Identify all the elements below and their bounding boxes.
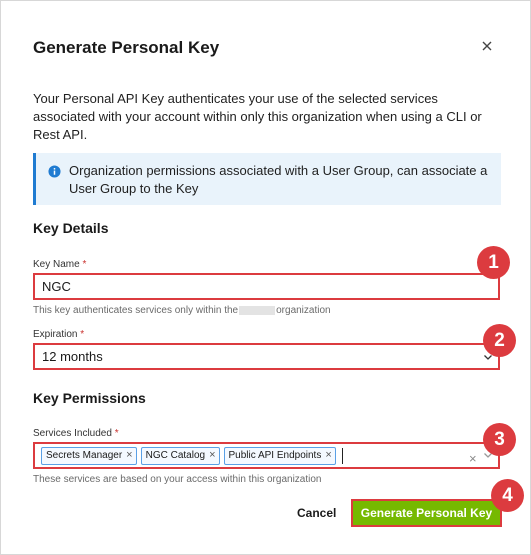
dialog-title: Generate Personal Key <box>33 38 220 57</box>
services-label: Services Included * <box>33 428 119 439</box>
chip-remove-icon[interactable]: × <box>209 444 215 467</box>
expiration-select[interactable]: 12 months <box>33 343 500 370</box>
chip-remove-icon[interactable]: × <box>126 444 132 467</box>
step-badge: 4 <box>491 479 524 512</box>
close-icon <box>482 41 492 51</box>
key-name-helper: This key authenticates services only wit… <box>33 305 331 316</box>
key-name-helper-after: organization <box>276 305 331 316</box>
expiration-label-text: Expiration <box>33 329 78 340</box>
key-permissions-heading: Key Permissions <box>33 390 146 406</box>
close-button[interactable] <box>478 37 496 55</box>
key-details-heading: Key Details <box>33 220 109 236</box>
expiration-value: 12 months <box>42 349 103 364</box>
services-label-text: Services Included <box>33 428 112 439</box>
redacted-org-name <box>239 305 276 315</box>
key-name-label-text: Key Name <box>33 259 80 270</box>
info-icon <box>48 165 61 178</box>
key-name-value: NGC <box>42 279 71 294</box>
step-badge: 2 <box>483 324 516 357</box>
expiration-label: Expiration * <box>33 329 84 340</box>
service-chip-label: NGC Catalog <box>145 450 206 461</box>
step-badge: 1 <box>477 246 510 279</box>
generate-personal-key-dialog: Generate Personal Key Your Personal API … <box>0 0 531 555</box>
service-chip: Secrets Manager × <box>41 444 137 467</box>
services-helper: These services are based on your access … <box>33 474 322 485</box>
service-chip: NGC Catalog × <box>140 444 220 467</box>
required-mark: * <box>82 259 87 270</box>
text-cursor <box>341 447 343 464</box>
chip-remove-icon[interactable]: × <box>325 444 331 467</box>
cancel-button[interactable]: Cancel <box>297 506 336 520</box>
selected-services: Secrets Manager × NGC Catalog × Public A… <box>41 446 343 465</box>
generate-personal-key-button[interactable]: Generate Personal Key <box>351 499 502 527</box>
services-multiselect[interactable]: Secrets Manager × NGC Catalog × Public A… <box>33 442 500 469</box>
key-name-input[interactable]: NGC <box>33 273 500 300</box>
required-mark: * <box>80 329 85 340</box>
step-badge: 3 <box>483 423 516 456</box>
info-notice: Organization permissions associated with… <box>33 153 501 205</box>
dialog-description: Your Personal API Key authenticates your… <box>33 91 482 142</box>
key-name-label: Key Name * <box>33 259 86 270</box>
clear-all-icon[interactable]: × <box>469 447 477 470</box>
service-chip: Public API Endpoints × <box>223 444 336 467</box>
service-chip-label: Public API Endpoints <box>228 450 322 461</box>
key-name-helper-before: This key authenticates services only wit… <box>33 305 239 316</box>
required-mark: * <box>114 428 119 439</box>
service-chip-label: Secrets Manager <box>46 450 123 461</box>
info-notice-text: Organization permissions associated with… <box>69 163 488 196</box>
